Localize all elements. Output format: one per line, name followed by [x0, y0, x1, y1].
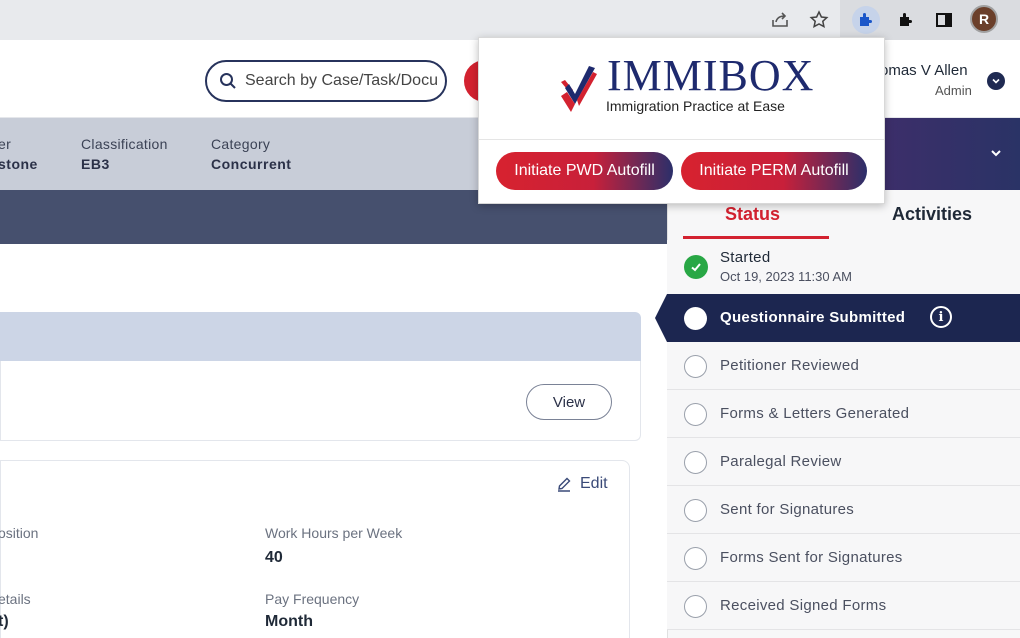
search-input[interactable] — [245, 72, 440, 90]
status-label: Questionnaire Submitted — [720, 309, 906, 326]
view-button[interactable]: View — [526, 384, 612, 420]
initiate-perm-autofill-button[interactable]: Initiate PERM Autofill — [681, 152, 867, 190]
status-step-questionnaire-submitted: Questionnaire Submitted i — [667, 294, 1020, 342]
info-label: er — [0, 136, 12, 152]
edit-label: Edit — [580, 475, 608, 492]
field-value-details: t) — [0, 613, 9, 630]
info-icon[interactable]: i — [930, 306, 952, 328]
field-value-work-hours: 40 — [265, 549, 283, 566]
status-step-sent-for-signatures: Sent for Signatures — [667, 486, 1020, 534]
tab-status[interactable]: Status — [725, 204, 780, 225]
info-value: EB3 — [81, 156, 110, 172]
step-circle-icon — [684, 451, 707, 474]
user-role: Admin — [935, 83, 972, 98]
field-label-position: osition — [0, 525, 39, 541]
info-value: stone — [0, 156, 38, 172]
side-panel-icon[interactable] — [930, 6, 958, 34]
pencil-icon — [558, 477, 571, 492]
status-label: Paralegal Review — [720, 453, 842, 470]
field-value-pay-frequency: Month — [265, 613, 313, 630]
tab-activities[interactable]: Activities — [892, 204, 972, 225]
field-label-pay-frequency: Pay Frequency — [265, 591, 360, 607]
status-step-received-signed-forms: Received Signed Forms — [667, 582, 1020, 630]
status-label: Sent for Signatures — [720, 501, 855, 518]
step-circle-icon — [684, 307, 707, 330]
immibox-logo-icon — [559, 60, 599, 117]
active-tab-indicator — [683, 236, 829, 239]
step-circle-icon — [684, 595, 707, 618]
status-step-started: Started Oct 19, 2023 11:30 AM — [667, 240, 1020, 296]
expand-chevron-icon[interactable] — [988, 145, 1004, 166]
status-label: Forms Sent for Signatures — [720, 549, 903, 566]
status-step-paralegal-review: Paralegal Review — [667, 438, 1020, 486]
step-circle-icon — [684, 403, 707, 426]
status-step-forms-letters-generated: Forms & Letters Generated — [667, 390, 1020, 438]
star-icon[interactable] — [805, 6, 833, 34]
status-label: Started — [720, 249, 771, 266]
edit-button[interactable]: Edit — [556, 475, 608, 493]
step-circle-icon — [684, 499, 707, 522]
extensions-puzzle-icon[interactable] — [892, 6, 920, 34]
status-step-forms-sent-for-signatures: Forms Sent for Signatures — [667, 534, 1020, 582]
user-menu-chevron-icon[interactable] — [987, 72, 1005, 90]
info-col-employer: er stone — [0, 136, 38, 172]
brand-tagline: Immigration Practice at Ease — [606, 98, 785, 114]
current-step-pointer — [655, 294, 667, 342]
immibox-extension-icon[interactable] — [852, 6, 880, 34]
immibox-extension-popup: IMMIBOX Immigration Practice at Ease Ini… — [478, 37, 885, 204]
info-col-classification: Classification EB3 — [81, 136, 168, 172]
initiate-pwd-autofill-button[interactable]: Initiate PWD Autofill — [496, 152, 673, 190]
info-label: Classification — [81, 136, 168, 152]
info-col-category: Category Concurrent — [211, 136, 291, 172]
search-box[interactable] — [205, 60, 447, 102]
profile-avatar[interactable]: R — [970, 5, 998, 33]
share-icon[interactable] — [766, 6, 794, 34]
user-name: omas V Allen — [880, 62, 968, 79]
brand-name: IMMIBOX — [607, 51, 815, 100]
address-bar-area — [0, 0, 840, 40]
step-circle-icon — [684, 547, 707, 570]
status-date: Oct 19, 2023 11:30 AM — [720, 269, 853, 284]
check-circle-icon — [684, 255, 708, 279]
search-icon — [220, 73, 236, 89]
info-label: Category — [211, 136, 271, 152]
status-label: Petitioner Reviewed — [720, 357, 860, 374]
field-label-work-hours: Work Hours per Week — [265, 525, 403, 541]
field-label-details: etails — [0, 591, 31, 607]
section-title-row — [0, 312, 641, 361]
browser-toolbar: R — [0, 0, 1020, 40]
popup-divider — [479, 139, 884, 140]
status-label: Received Signed Forms — [720, 597, 887, 614]
details-card — [0, 460, 630, 638]
status-step-petitioner-reviewed: Petitioner Reviewed — [667, 342, 1020, 390]
status-label: Forms & Letters Generated — [720, 405, 910, 422]
info-value: Concurrent — [211, 156, 292, 172]
step-circle-icon — [684, 355, 707, 378]
